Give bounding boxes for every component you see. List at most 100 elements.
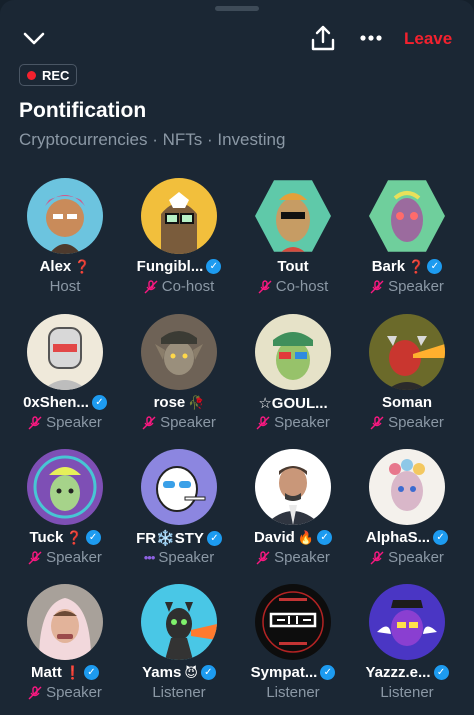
participant-name: Sympat... <box>250 664 318 681</box>
status-emoji: 🥀 <box>188 394 205 410</box>
participant-role: Speaker <box>274 549 330 566</box>
verified-badge-icon: ✓ <box>85 530 101 545</box>
participant-role: Speaker <box>274 414 330 431</box>
chevron-down-icon[interactable] <box>22 28 46 50</box>
avatar[interactable] <box>141 314 217 390</box>
avatar[interactable] <box>141 449 217 525</box>
participant-name: Soman <box>381 394 432 411</box>
avatar[interactable] <box>255 584 331 660</box>
participant-role: Speaker <box>388 549 444 566</box>
space-title: Pontification <box>19 99 147 122</box>
avatar[interactable] <box>255 180 331 252</box>
status-emoji: ❓ <box>66 529 83 545</box>
participant-card[interactable]: Matt ❗ ✓ Speaker <box>6 580 124 710</box>
mic-off-icon <box>370 279 384 294</box>
participant-role: Co-host <box>275 278 329 295</box>
participant-role: Speaker <box>158 549 215 566</box>
participant-card[interactable]: FR❄️STY ✓ ••• Speaker <box>120 445 238 575</box>
participant-card[interactable]: Bark ❓ ✓ Speaker <box>348 174 466 304</box>
verified-badge-icon: ✓ <box>317 530 333 545</box>
mic-off-icon <box>28 415 42 430</box>
mic-off-icon <box>256 415 270 430</box>
speaking-indicator-icon: ••• <box>143 550 156 565</box>
verified-badge-icon: ✓ <box>206 259 222 274</box>
participant-card[interactable]: Soman Speaker <box>348 310 466 440</box>
verified-badge-icon: ✓ <box>206 530 222 546</box>
participant-name: Tuck <box>29 529 64 546</box>
mic-off-icon <box>28 550 42 565</box>
participant-role: Listener <box>266 684 320 701</box>
participant-card[interactable]: Yams 😈 ✓ Listener <box>120 580 238 710</box>
share-icon[interactable] <box>310 24 336 52</box>
mic-off-icon <box>258 279 272 294</box>
participant-card[interactable]: David 🔥 ✓ Speaker <box>234 445 352 575</box>
participant-name: 0xShen... <box>23 394 89 411</box>
participant-name: Bark <box>371 258 406 275</box>
participant-role: Listener <box>380 684 434 701</box>
participant-name: Matt <box>30 664 62 681</box>
verified-badge-icon: ✓ <box>84 665 99 680</box>
avatar[interactable] <box>27 314 103 390</box>
participant-name: Yams <box>142 664 182 681</box>
avatar[interactable] <box>27 178 103 254</box>
participant-name: David <box>253 529 295 546</box>
participant-card[interactable]: Fungibl... ✓ Co-host <box>120 174 238 304</box>
verified-badge-icon: ✓ <box>427 259 443 274</box>
participant-name: ☆GOUL... <box>258 395 328 412</box>
participant-card[interactable]: AlphaS... ✓ Speaker <box>348 445 466 575</box>
avatar[interactable] <box>141 178 217 254</box>
mic-off-icon <box>142 415 156 430</box>
participant-card[interactable]: Tuck ❓ ✓ Speaker <box>6 445 124 575</box>
avatar[interactable] <box>369 180 445 252</box>
more-dots-icon[interactable] <box>358 26 384 50</box>
verified-badge-icon: ✓ <box>433 665 449 680</box>
recording-badge: REC <box>19 64 78 86</box>
participant-card[interactable]: Tout Co-host <box>234 174 352 304</box>
participant-name: AlphaS... <box>365 529 431 546</box>
participant-card[interactable]: rose 🥀 Speaker <box>120 310 238 440</box>
space-sheet: Leave REC Pontification Cryptocurrencies… <box>0 0 474 715</box>
participant-name: Tout <box>277 258 309 275</box>
avatar[interactable] <box>27 449 103 525</box>
drag-handle[interactable] <box>215 6 259 11</box>
verified-badge-icon: ✓ <box>200 665 216 680</box>
participant-role: Co-host <box>161 278 215 295</box>
recording-label: REC <box>42 67 70 83</box>
participant-name: Alex <box>39 258 72 275</box>
participant-name: FR❄️STY <box>136 530 204 547</box>
participant-role: Listener <box>152 684 206 701</box>
participant-role: Speaker <box>388 278 444 295</box>
mic-off-icon <box>144 279 158 294</box>
verified-badge-icon: ✓ <box>320 665 336 680</box>
participant-role: Speaker <box>388 414 444 431</box>
mic-off-icon <box>370 415 384 430</box>
space-toolbar: Leave <box>0 22 474 56</box>
participant-card[interactable]: Alex ❓ Host <box>6 174 124 304</box>
participant-card[interactable]: 0xShen... ✓ Speaker <box>6 310 124 440</box>
avatar[interactable] <box>141 584 217 660</box>
mic-off-icon <box>256 550 270 565</box>
avatar[interactable] <box>255 449 331 525</box>
status-emoji: 😈 <box>184 664 198 680</box>
verified-badge-icon: ✓ <box>91 395 107 410</box>
participant-card[interactable]: Sympat... ✓ Listener <box>234 580 352 710</box>
status-emoji: ❗ <box>64 664 81 680</box>
participant-name: Yazzz.e... <box>365 664 431 681</box>
participant-role: Speaker <box>160 414 216 431</box>
mic-off-icon <box>28 685 42 700</box>
recording-dot-icon <box>27 70 36 80</box>
avatar[interactable] <box>27 584 103 660</box>
status-emoji: 🔥 <box>297 529 315 545</box>
participant-card[interactable]: Yazzz.e... ✓ Listener <box>348 580 466 710</box>
participant-name: rose <box>153 394 186 411</box>
verified-badge-icon: ✓ <box>433 530 449 545</box>
participant-role: Speaker <box>46 684 102 701</box>
participant-role: Speaker <box>46 549 102 566</box>
participant-card[interactable]: ☆GOUL... Speaker <box>234 310 352 440</box>
avatar[interactable] <box>369 584 445 660</box>
participant-role: Speaker <box>46 414 102 431</box>
avatar[interactable] <box>369 314 445 390</box>
leave-button[interactable]: Leave <box>404 29 452 49</box>
avatar[interactable] <box>369 449 445 525</box>
avatar[interactable] <box>255 314 331 390</box>
